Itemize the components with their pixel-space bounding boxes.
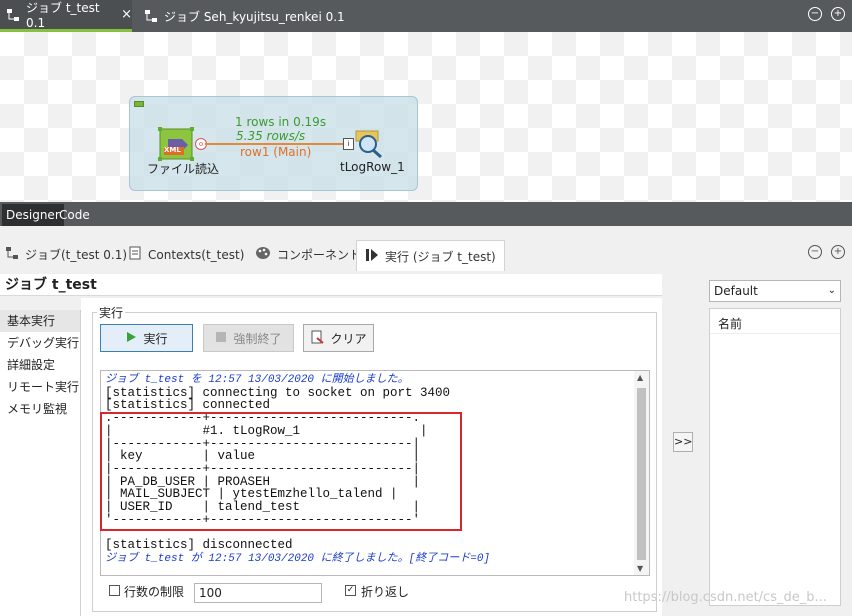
job-icon — [6, 8, 20, 22]
job-icon — [144, 9, 158, 23]
tab-contexts[interactable]: Contexts(t_test) — [128, 240, 244, 269]
tab-label: Contexts(t_test) — [148, 247, 245, 262]
column-header-name: 名前 — [718, 317, 743, 331]
design-canvas[interactable] — [0, 32, 852, 202]
job-icon — [5, 246, 19, 263]
limit-label: 行数の制限 — [124, 585, 185, 599]
close-icon[interactable]: × — [121, 7, 132, 22]
tab-code[interactable]: Code — [55, 204, 94, 226]
xml-badge: XML — [164, 146, 181, 154]
component-tlogrow[interactable] — [354, 130, 384, 159]
editor-tab-bar: ジョブ t_test 0.1 × ジョブ Seh_kyujitsu_renkei… — [0, 0, 852, 32]
run-button[interactable]: 実行 — [100, 324, 193, 352]
scroll-up-icon[interactable]: ▲ — [637, 373, 643, 382]
run-button-label: 実行 — [143, 331, 168, 346]
tab-run[interactable]: 実行 (ジョブ t_test) — [356, 240, 505, 271]
flow-label: row1 (Main) — [240, 145, 312, 159]
config-select[interactable]: Default ⌄ — [709, 280, 841, 302]
component-file-input[interactable]: XML — [158, 127, 194, 161]
tab-job-settings[interactable]: ジョブ(t_test 0.1) — [5, 240, 127, 269]
limit-checkbox[interactable] — [109, 585, 120, 596]
kill-button-label: 強制終了 — [233, 331, 282, 346]
input-connector-icon[interactable]: i — [343, 138, 354, 150]
clear-button-label: クリア — [330, 331, 367, 346]
tab-label: ジョブ t_test 0.1 — [26, 1, 100, 30]
view-tab-bar: ジョブ(t_test 0.1) Contexts(t_test) コンポーネント… — [0, 240, 852, 271]
clear-button[interactable]: クリア — [303, 324, 374, 352]
nav-advanced-settings[interactable]: 詳細設定 — [0, 354, 80, 376]
variables-table[interactable]: 名前 — [709, 308, 841, 606]
kill-button[interactable]: 強制終了 — [203, 324, 294, 352]
palette-icon — [255, 246, 271, 263]
page-title: ジョブ t_test — [0, 274, 662, 296]
xml-input-icon — [158, 127, 194, 161]
magnifier-icon — [355, 130, 382, 159]
nav-remote-run[interactable]: リモート実行 — [0, 376, 80, 398]
group-label: 実行 — [97, 304, 126, 321]
wrap-checkbox[interactable]: ✓ — [345, 585, 356, 596]
tab-label: コンポーネント — [277, 248, 362, 262]
clear-icon — [310, 330, 325, 347]
tab-label: ジョブ(t_test 0.1) — [25, 248, 128, 262]
watermark: https://blog.csdn.net/cs_de_b... — [624, 590, 827, 605]
nav-basic-run[interactable]: 基本実行 — [0, 310, 80, 332]
maximize-icon[interactable]: + — [831, 7, 845, 21]
scroll-down-icon[interactable]: ▼ — [637, 564, 643, 573]
limit-input[interactable]: 100 — [194, 583, 322, 603]
designer-code-tabs: Designer Code — [0, 202, 852, 226]
minimize-icon[interactable]: − — [808, 245, 822, 259]
run-mode-nav: 基本実行 デバッグ実行 詳細設定 リモート実行 メモリ監視 — [0, 310, 81, 616]
console-end-line: ジョブ t_test が 12:57 13/03/2020 に終了しました。[終… — [105, 552, 491, 565]
collapse-icon[interactable] — [134, 101, 144, 107]
tab-job-t-test[interactable]: ジョブ t_test 0.1 × — [0, 0, 132, 32]
console-scrollbar[interactable]: ▲ ▼ — [634, 371, 649, 575]
target-component-label: tLogRow_1 — [340, 160, 405, 174]
wrap-label: 折り返し — [361, 585, 410, 599]
nav-memory-monitor[interactable]: メモリ監視 — [0, 398, 80, 420]
console-start-line: ジョブ t_test を 12:57 13/03/2020 に開始しました。 — [105, 374, 409, 386]
move-right-button[interactable]: >> — [673, 432, 693, 452]
config-select-value: Default — [714, 284, 758, 298]
flow-rows-text: 1 rows in 0.19s — [235, 115, 327, 129]
flow-rate-text: 5.35 rows/s — [236, 129, 306, 143]
contexts-icon — [128, 246, 142, 263]
source-component-label: ファイル読込 — [147, 162, 220, 176]
play-icon — [125, 331, 137, 346]
divider — [710, 333, 840, 334]
maximize-icon[interactable]: + — [831, 245, 845, 259]
nav-debug-run[interactable]: デバッグ実行 — [0, 332, 80, 354]
tab-components[interactable]: コンポーネント — [255, 240, 361, 269]
tab-job-seh-kyujitsu[interactable]: ジョブ Seh_kyujitsu_renkei 0.1 — [144, 0, 345, 32]
minimize-icon[interactable]: − — [808, 7, 822, 21]
tab-label: 実行 (ジョブ t_test) — [385, 249, 496, 264]
highlight-box — [100, 412, 462, 531]
scrollbar-thumb[interactable] — [637, 388, 646, 560]
console-line: [statistics] disconnected — [105, 538, 293, 553]
stop-icon — [215, 331, 227, 346]
run-icon — [365, 248, 379, 265]
tab-label: ジョブ Seh_kyujitsu_renkei 0.1 — [164, 9, 345, 24]
chevron-down-icon: ⌄ — [827, 285, 836, 296]
